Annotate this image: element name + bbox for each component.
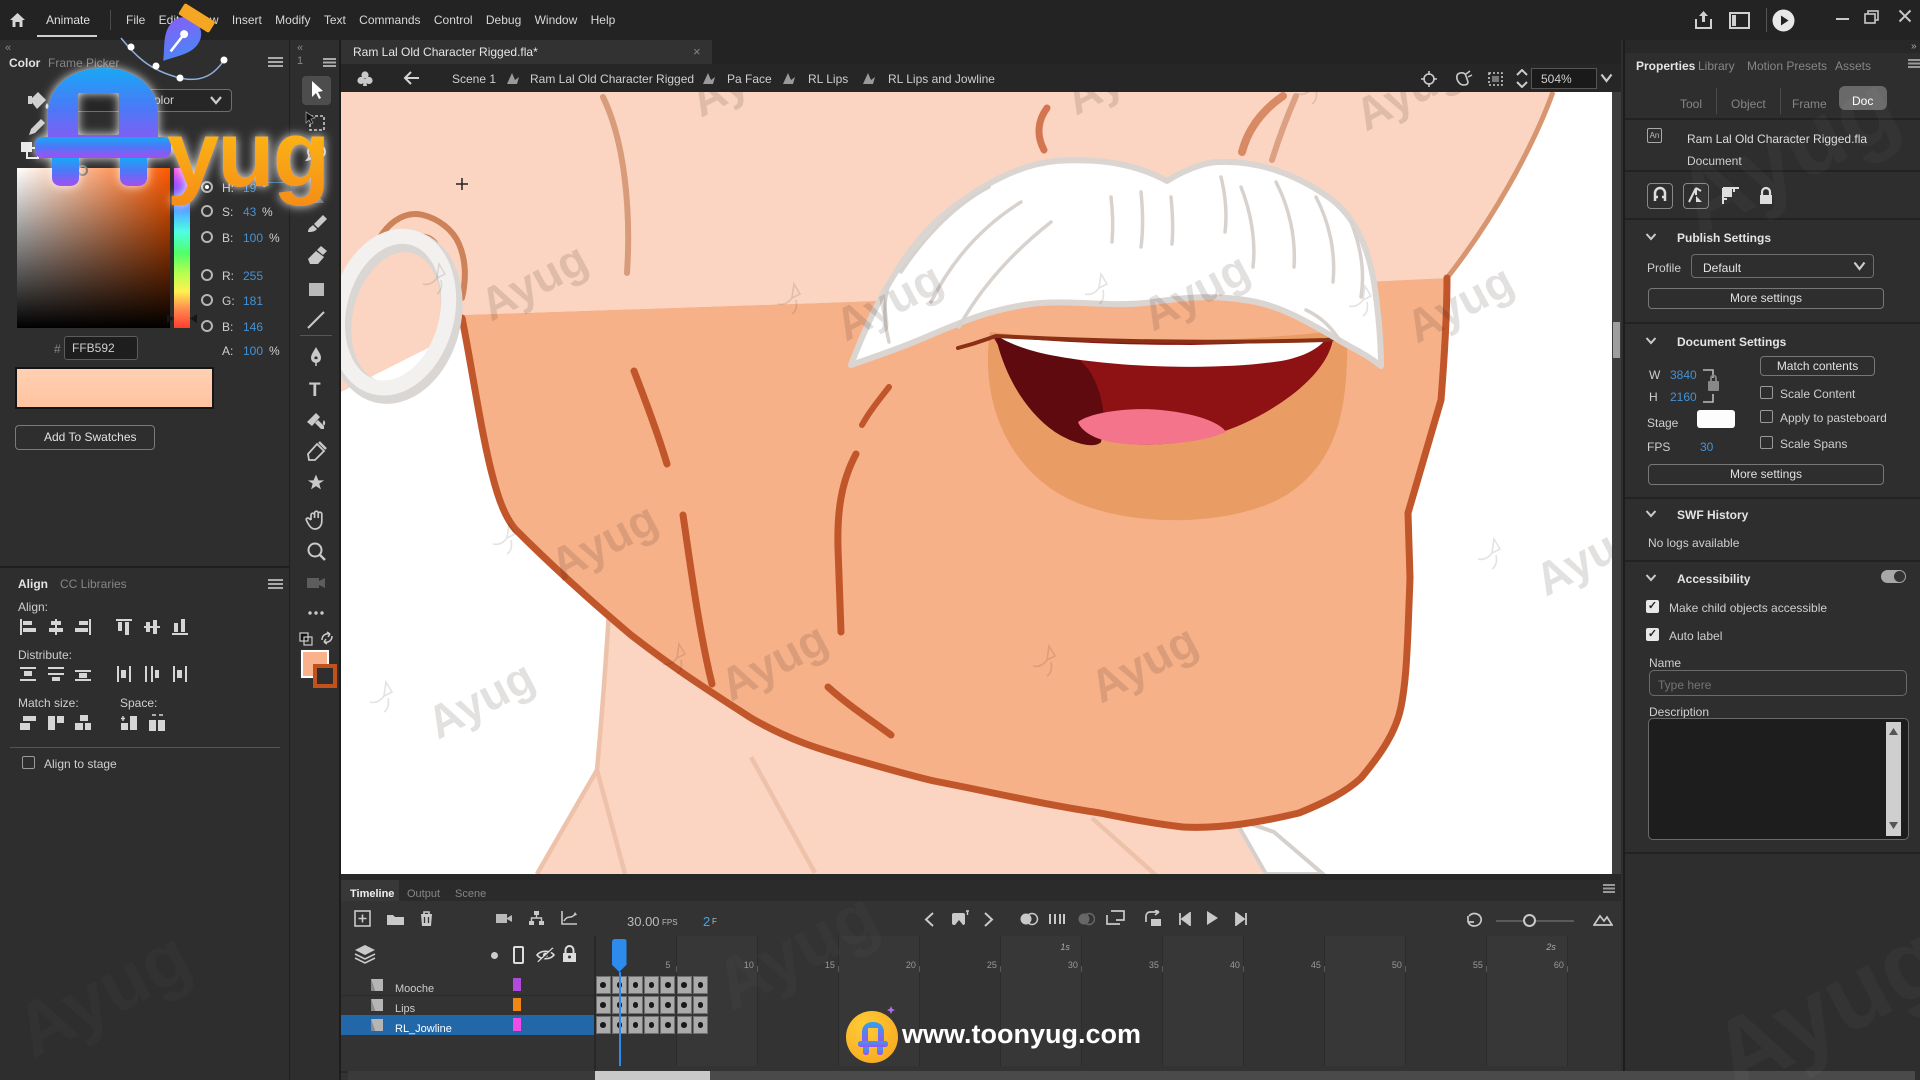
svg-text:Ayug: Ayug <box>1526 507 1612 606</box>
svg-text:Ayug: Ayug <box>418 650 542 749</box>
svg-text:T: T <box>309 380 321 401</box>
